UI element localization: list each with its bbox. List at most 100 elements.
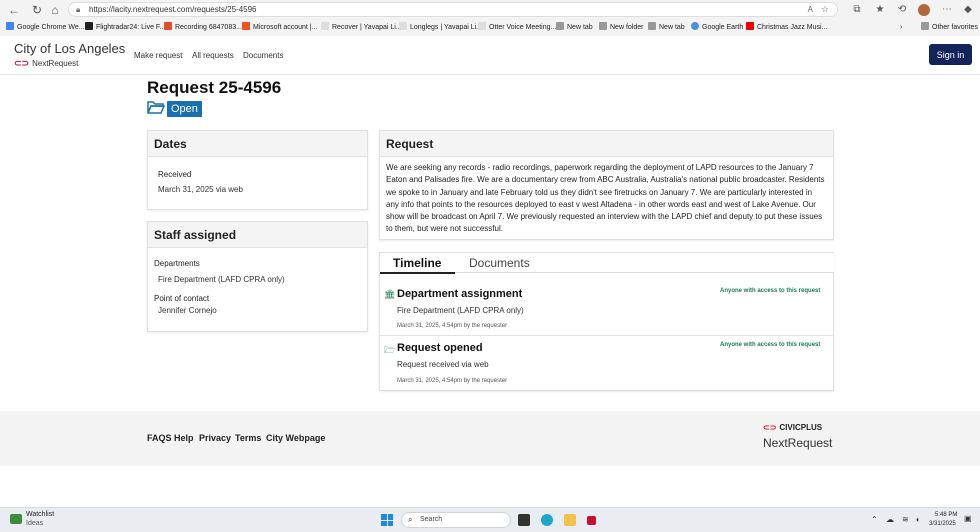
widget-subtitle: Ideas	[26, 520, 44, 527]
status-badge: Open	[167, 101, 202, 117]
favorite-star-icon[interactable]: ☆	[821, 3, 829, 16]
tab-icon	[648, 22, 656, 30]
timeline-item-meta: March 31, 2025, 4:54pm by the requester	[397, 323, 508, 329]
favorites-icon[interactable]: ★	[873, 3, 887, 17]
departments-value: Fire Department (LAFD CPRA only)	[158, 275, 285, 284]
menu-dots-icon[interactable]: ⋯	[940, 3, 954, 17]
tab-timeline[interactable]: Timeline	[393, 256, 441, 270]
address-bar[interactable]: 🔒︎ https://lacity.nextrequest.com/reques…	[68, 2, 838, 17]
bookmark-item[interactable]: Google Chrome We...	[6, 20, 85, 35]
site-footer: FAQS Help Privacy Terms City Webpage ⊂⊃ C…	[0, 411, 980, 466]
profile-avatar[interactable]	[918, 4, 930, 16]
building-icon: 🏛︎	[384, 289, 396, 299]
extensions-icon[interactable]: ⧉	[850, 3, 864, 17]
city-name[interactable]: City of Los Angeles	[14, 41, 125, 56]
search-icon: ⌕	[408, 515, 413, 524]
tray-chevron-icon[interactable]: ⌃	[871, 515, 878, 524]
civicplus-logo[interactable]: ⊂⊃ CIVICPLUS	[763, 423, 822, 432]
plane-icon	[85, 22, 93, 30]
timeline-item-title: Department assignment	[397, 288, 523, 300]
youtube-icon	[746, 22, 754, 30]
bookmark-item[interactable]: Google Earth	[691, 20, 743, 35]
timeline-item-meta: March 31, 2025, 4:54pm by the requester	[397, 378, 508, 384]
windows-start-icon[interactable]	[381, 514, 393, 526]
nextrequest-footer-logo: NextRequest	[763, 436, 833, 450]
url-text: https://lacity.nextrequest.com/requests/…	[89, 5, 257, 14]
notification-icon[interactable]: ▣	[964, 514, 972, 523]
request-heading: Request	[380, 131, 833, 157]
timeline-item-detail: Fire Department (LAFD CPRA only)	[397, 306, 524, 315]
library-icon	[321, 22, 329, 30]
widget-title[interactable]: Watchlist	[26, 511, 54, 518]
folder-open-icon: 🗁︎	[384, 345, 396, 355]
recording-icon	[164, 22, 172, 30]
bookmark-item[interactable]: Recording 6847083...	[164, 20, 242, 35]
history-icon[interactable]: ⟲	[895, 3, 909, 17]
refresh-icon[interactable]: ↻	[29, 3, 45, 17]
divider	[380, 335, 834, 336]
earth-icon	[691, 22, 699, 30]
library-icon	[399, 22, 407, 30]
home-icon[interactable]: ⌂	[47, 3, 63, 17]
folder-open-icon	[147, 101, 165, 114]
taskbar-date[interactable]: 3/31/2025	[929, 521, 956, 527]
nav-documents[interactable]: Documents	[243, 51, 283, 60]
timeline-item-detail: Request received via web	[397, 360, 489, 369]
footer-link-city-webpage[interactable]: City Webpage	[266, 433, 325, 443]
read-aloud-icon[interactable]: A	[808, 3, 813, 16]
civicplus-mark-icon: ⊂⊃	[763, 423, 777, 432]
poc-label: Point of contact	[154, 294, 210, 303]
visibility-label: Anyone with access to this request	[720, 342, 821, 348]
bookmark-item[interactable]: Christmas Jazz Musi...	[746, 20, 827, 35]
volume-icon[interactable]: ◖	[915, 515, 920, 524]
sign-in-button[interactable]: Sign in	[929, 44, 972, 65]
footer-link-help[interactable]: Help	[174, 433, 194, 443]
nextrequest-logo[interactable]: ⊂⊃ NextRequest	[14, 58, 78, 69]
stocks-icon[interactable]	[10, 514, 22, 524]
bookmark-item[interactable]: Flightradar24: Live F...	[85, 20, 165, 35]
bookmark-item[interactable]: Otter Voice Meeting...	[478, 20, 556, 35]
copilot-icon[interactable]: ◆	[961, 3, 975, 17]
bookmark-item[interactable]: New folder	[599, 20, 643, 35]
timeline-card: Timeline Documents 🏛︎ Department assignm…	[379, 252, 834, 391]
footer-link-terms[interactable]: Terms	[235, 433, 261, 443]
bookmark-item[interactable]: Microsoft account |...	[242, 20, 317, 35]
bookmark-item[interactable]: Longlegs | Yavapai Li...	[399, 20, 482, 35]
dates-heading: Dates	[148, 131, 367, 157]
task-view-icon[interactable]	[518, 514, 530, 526]
tab-icon	[556, 22, 564, 30]
file-explorer-icon[interactable]	[564, 514, 576, 526]
bookmarks-bar: Google Chrome We... Flightradar24: Live …	[0, 20, 980, 35]
bookmark-item[interactable]: New tab	[648, 20, 685, 35]
nav-make-request[interactable]: Make request	[134, 51, 182, 60]
request-card: Request We are seeking any records - rad…	[379, 130, 834, 240]
bookmarks-overflow-icon[interactable]: ›	[900, 20, 902, 35]
page-title: Request 25-4596	[147, 78, 282, 97]
active-tab-indicator	[380, 272, 455, 274]
bookmark-item[interactable]: Recover | Yavapai Li...	[321, 20, 402, 35]
taskbar-search[interactable]: ⌕ Search	[401, 512, 511, 528]
poc-value: Jennifer Cornejo	[158, 306, 217, 315]
timeline-tabs: Timeline Documents	[380, 253, 834, 274]
taskbar-time[interactable]: 5:48 PM	[935, 512, 957, 518]
other-favorites[interactable]: Other favorites	[921, 20, 978, 35]
folder-icon	[921, 22, 929, 30]
back-icon[interactable]: ←	[6, 3, 22, 17]
footer-link-faqs[interactable]: FAQS	[147, 433, 172, 443]
wifi-icon[interactable]: ≋	[902, 515, 909, 524]
otter-icon	[478, 22, 486, 30]
chrome-icon	[6, 22, 14, 30]
timeline-item-title: Request opened	[397, 342, 483, 354]
folder-icon	[599, 22, 607, 30]
bookmark-item[interactable]: New tab	[556, 20, 593, 35]
nav-all-requests[interactable]: All requests	[192, 51, 234, 60]
received-label: Received	[158, 170, 192, 179]
app-icon[interactable]	[587, 516, 596, 525]
main-content: Request 25-4596 Open Dates Received Marc…	[0, 75, 980, 411]
footer-link-privacy[interactable]: Privacy	[199, 433, 231, 443]
cloud-icon[interactable]: ☁	[886, 515, 894, 524]
dates-card: Dates Received March 31, 2025 via web	[147, 130, 368, 210]
tab-documents[interactable]: Documents	[469, 256, 530, 270]
received-value: March 31, 2025 via web	[158, 185, 243, 194]
edge-browser-icon[interactable]	[541, 514, 553, 526]
